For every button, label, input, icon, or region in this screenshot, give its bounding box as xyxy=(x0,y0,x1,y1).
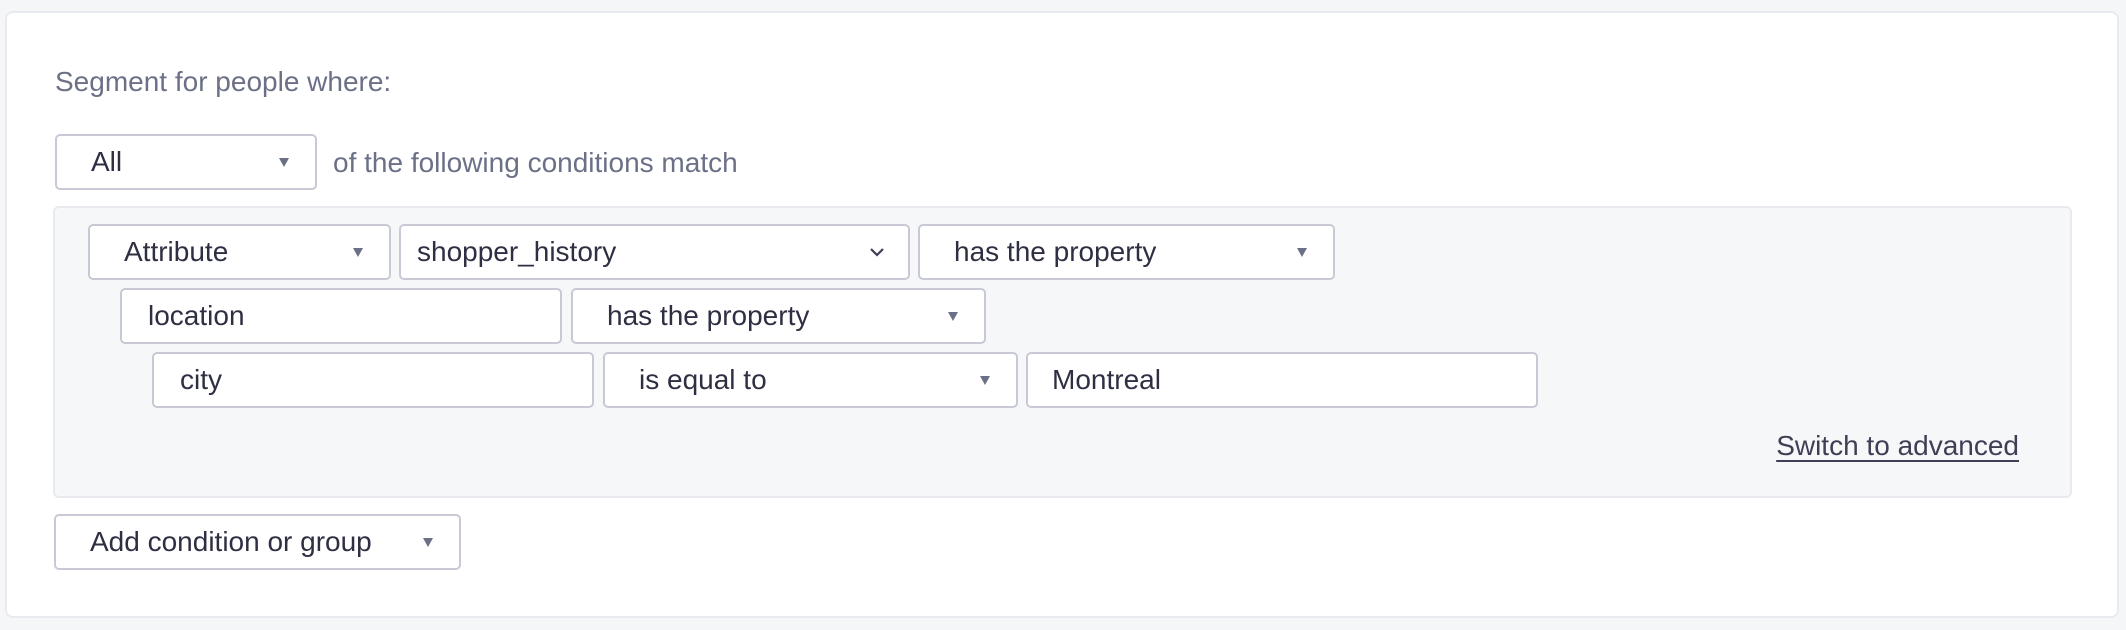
caret-down-icon xyxy=(423,537,433,547)
property-input-city[interactable]: city xyxy=(152,352,594,408)
caret-down-icon xyxy=(279,157,289,167)
comparison-value: Montreal xyxy=(1052,364,1161,395)
condition-type-value: Attribute xyxy=(124,236,229,267)
property-input-location[interactable]: location xyxy=(120,288,562,344)
attribute-value: shopper_history xyxy=(417,236,617,267)
add-condition-button[interactable]: Add condition or group xyxy=(54,514,461,570)
segment-heading: Segment for people where: xyxy=(55,66,392,97)
caret-down-icon xyxy=(353,247,363,257)
property-input-value: location xyxy=(148,300,245,331)
comparison-operator-value: is equal to xyxy=(639,364,767,395)
match-type-value: All xyxy=(91,146,123,177)
match-suffix-text: of the following conditions match xyxy=(333,147,738,178)
comparison-operator-select[interactable]: is equal to xyxy=(603,352,1018,408)
attribute-select[interactable]: shopper_history xyxy=(399,224,910,280)
property-input-value: city xyxy=(180,364,222,395)
match-type-select[interactable]: All xyxy=(55,134,317,190)
property-operator-select[interactable]: has the property xyxy=(571,288,986,344)
add-condition-label: Add condition or group xyxy=(90,526,372,557)
condition-type-select[interactable]: Attribute xyxy=(88,224,391,280)
chevron-down-icon xyxy=(870,248,884,257)
comparison-value-input[interactable]: Montreal xyxy=(1026,352,1538,408)
caret-down-icon xyxy=(1297,247,1307,257)
attribute-operator-value: has the property xyxy=(954,236,1157,267)
caret-down-icon xyxy=(948,311,958,321)
switch-to-advanced-link[interactable]: Switch to advanced xyxy=(1776,430,2019,462)
attribute-operator-select[interactable]: has the property xyxy=(918,224,1335,280)
property-operator-value: has the property xyxy=(607,300,810,331)
caret-down-icon xyxy=(980,375,990,385)
